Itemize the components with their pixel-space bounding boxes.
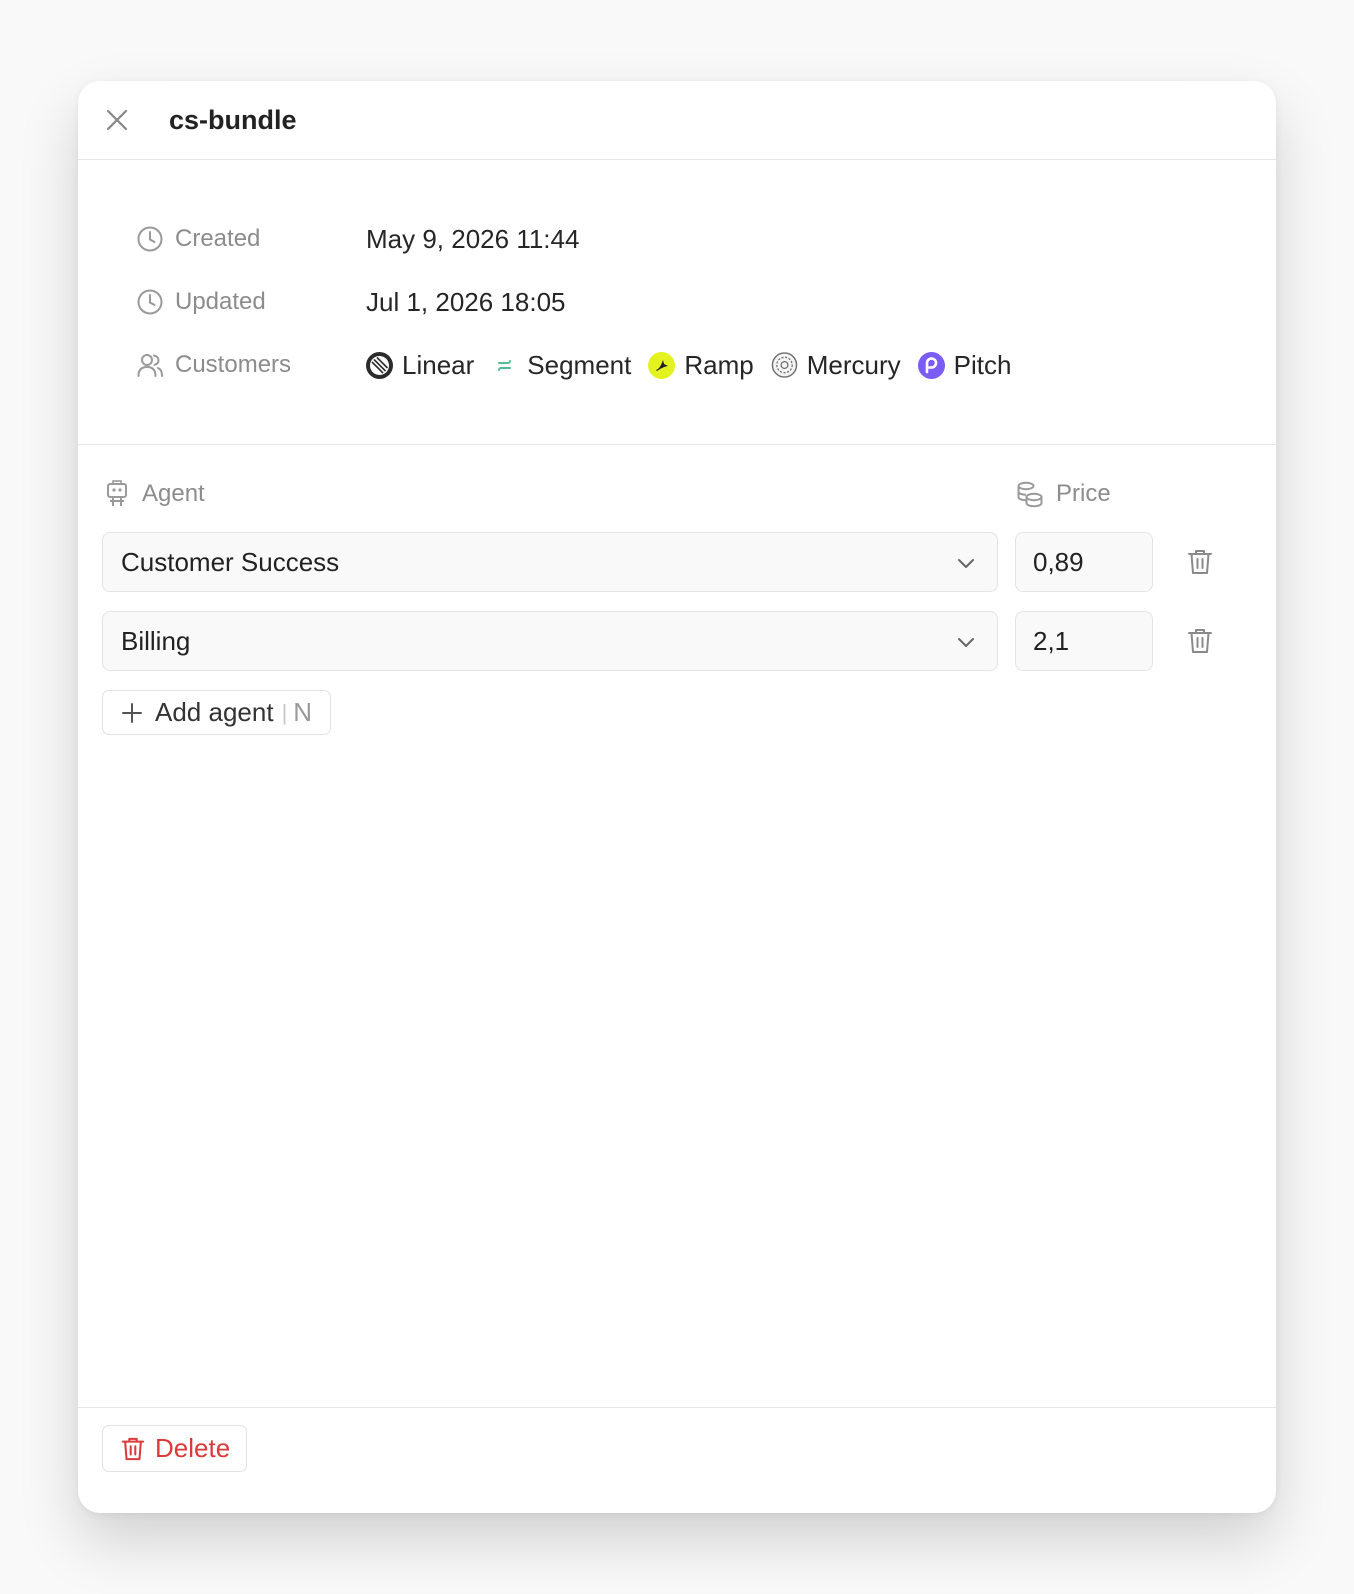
customers-row: Customers Linear Segment Ramp Mercury Pi…: [136, 345, 1028, 385]
linear-logo-icon: [366, 351, 393, 379]
customer-name: Ramp: [684, 349, 754, 380]
updated-row: Updated Jul 1, 2026 18:05: [136, 282, 566, 322]
delete-label: Delete: [155, 1433, 231, 1463]
trash-icon: [1188, 550, 1212, 574]
chevron-down-icon: [958, 559, 974, 568]
customer-name: Mercury: [806, 349, 901, 380]
pitch-logo-icon: [917, 351, 945, 379]
agent-select-value: Billing: [121, 625, 191, 656]
price-input-value: 2,1: [1033, 625, 1070, 656]
shortcut-separator: |: [281, 699, 288, 725]
created-label: Created: [136, 225, 366, 253]
delete-button[interactable]: Delete: [102, 1425, 248, 1472]
price-column-label: Price: [1056, 480, 1111, 507]
agent-column-header: Agent: [104, 477, 205, 511]
price-input[interactable]: 0,89: [1015, 532, 1153, 592]
customer-chip-linear[interactable]: Linear: [366, 350, 474, 381]
close-button[interactable]: [102, 105, 132, 135]
coins-icon: [1017, 481, 1043, 508]
updated-value: Jul 1, 2026 18:05: [366, 286, 566, 317]
remove-agent-button[interactable]: [1185, 626, 1215, 656]
customer-chip-pitch[interactable]: Pitch: [917, 349, 1012, 381]
clock-icon: [137, 226, 163, 252]
trash-icon: [1188, 629, 1212, 653]
customers-label-text: Customers: [175, 351, 292, 378]
mercury-logo-icon: [771, 352, 798, 379]
agent-select[interactable]: Billing: [102, 611, 998, 671]
created-value: May 9, 2026 11:44: [366, 223, 580, 254]
customers-list: Linear Segment Ramp Mercury Pitch: [366, 350, 1028, 381]
page-title: cs-bundle: [169, 105, 297, 135]
plus-icon: [122, 702, 142, 723]
customer-name: Linear: [402, 349, 475, 380]
customer-name: Pitch: [953, 349, 1012, 380]
panel-header: cs-bundle: [78, 81, 1276, 160]
segment-logo-icon: [491, 352, 518, 379]
customers-label: Customers: [136, 351, 366, 379]
customer-chip-mercury[interactable]: Mercury: [771, 350, 901, 381]
customer-chip-segment[interactable]: Segment: [491, 350, 631, 381]
customer-name: Segment: [527, 349, 632, 380]
price-input[interactable]: 2,1: [1015, 611, 1153, 671]
add-agent-shortcut: N: [293, 697, 313, 727]
remove-agent-button[interactable]: [1185, 547, 1215, 577]
bundle-detail-panel: cs-bundle Created May 9, 2026 11:44 Upda…: [78, 81, 1276, 1513]
created-row: Created May 9, 2026 11:44: [136, 219, 579, 259]
add-agent-label: Add agent: [155, 697, 274, 727]
users-icon: [137, 354, 163, 377]
updated-label: Updated: [136, 288, 366, 316]
panel-footer: Delete: [78, 1407, 1276, 1513]
agent-column-label: Agent: [142, 480, 205, 507]
ramp-logo-icon: [648, 351, 676, 379]
trash-icon: [121, 1437, 145, 1460]
created-label-text: Created: [175, 225, 261, 252]
chevron-down-icon: [958, 638, 974, 647]
agent-select-value: Customer Success: [121, 546, 340, 577]
price-column-header: Price: [1016, 477, 1111, 511]
customer-chip-ramp[interactable]: Ramp: [648, 349, 754, 381]
updated-label-text: Updated: [175, 288, 266, 315]
agent-select[interactable]: Customer Success: [102, 532, 998, 592]
close-icon: [106, 109, 128, 131]
clock-icon: [137, 289, 163, 315]
price-input-value: 0,89: [1033, 546, 1084, 577]
robot-icon: [107, 480, 127, 506]
add-agent-button[interactable]: Add agent | N: [102, 690, 332, 735]
